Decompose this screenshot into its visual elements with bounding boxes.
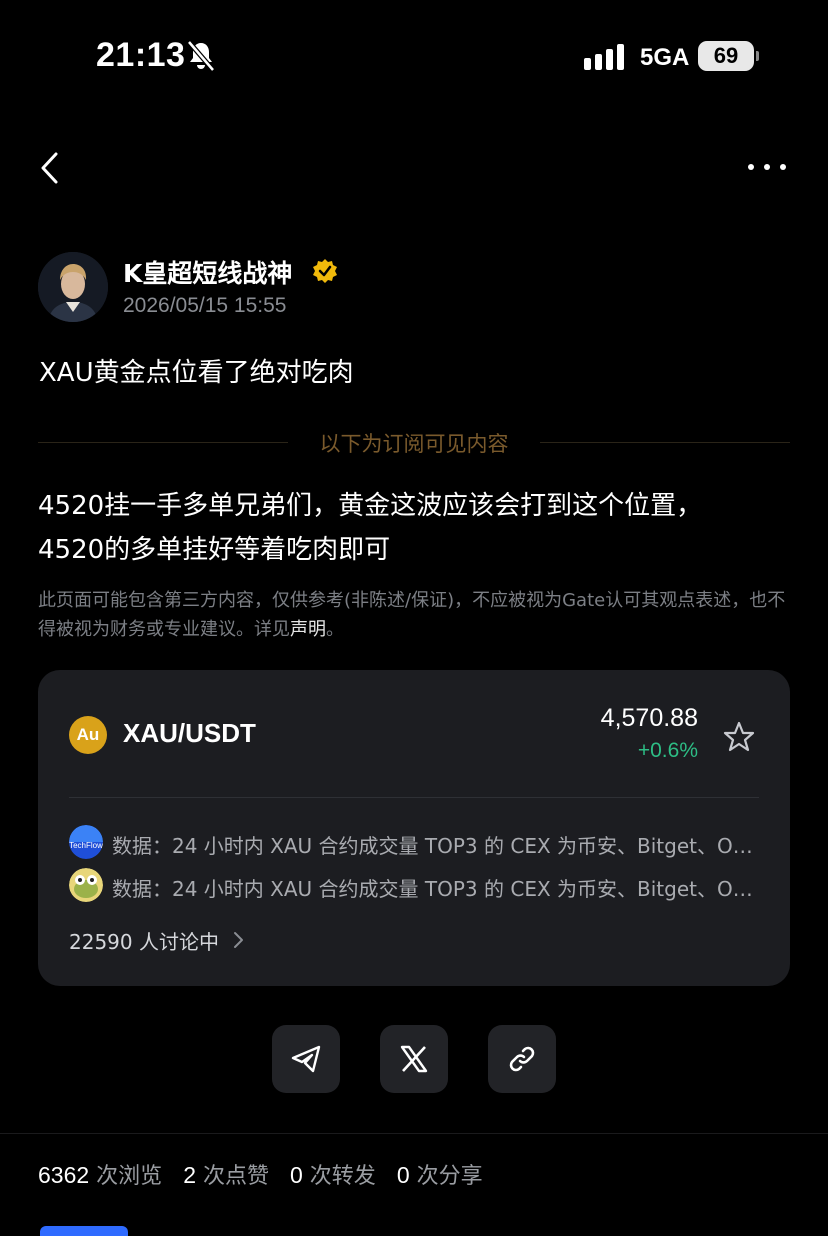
favorite-star-icon[interactable]	[722, 720, 756, 754]
divider-line-left	[38, 442, 288, 443]
pair-change: +0.6%	[637, 739, 698, 762]
bottom-tab-indicator	[40, 1226, 128, 1236]
views-count: 6362	[38, 1162, 90, 1188]
battery-icon: 69	[698, 41, 760, 71]
reposts-label: 次转发	[309, 1164, 376, 1189]
discussion-count[interactable]: 22590 人讨论中	[69, 926, 219, 955]
shares-label: 次分享	[416, 1164, 483, 1189]
post-timestamp: 2026/05/15 15:55	[123, 294, 287, 317]
post-content-line: 4520挂一手多单兄弟们，黄金这波应该会打到这个位置，	[38, 491, 703, 521]
likes-count: 2	[183, 1162, 196, 1188]
author-avatar[interactable]	[38, 252, 108, 322]
signal-strength-icon	[584, 44, 624, 70]
news-item[interactable]: 数据：24 小时内 XAU 合约成交量 TOP3 的 CEX 为币安、Bitge…	[112, 830, 757, 859]
share-x-button[interactable]	[380, 1025, 448, 1093]
chevron-right-icon[interactable]	[232, 930, 244, 950]
disclaimer: 此页面可能包含第三方内容，仅供参考(非陈述/保证)，不应被视为Gate认可其观点…	[38, 586, 798, 644]
stats-divider	[0, 1133, 828, 1134]
copy-link-button[interactable]	[488, 1025, 556, 1093]
author-name[interactable]: K皇超短线战神	[123, 254, 292, 290]
disclaimer-link[interactable]: 声明	[290, 619, 326, 640]
post-stats: 6362 次浏览 2 次点赞 0 次转发 0 次分享	[38, 1158, 483, 1190]
pair-price: 4,570.88	[600, 704, 698, 732]
techflow-logo-text: TechFlow	[69, 841, 103, 850]
trading-pair[interactable]: XAU/USDT	[123, 718, 256, 749]
link-icon	[509, 1046, 535, 1072]
disclaimer-text: 此页面可能包含第三方内容，仅供参考(非陈述/保证)，不应被视为Gate认可其观点…	[38, 590, 786, 640]
verified-badge-icon	[313, 259, 337, 283]
x-icon	[400, 1045, 428, 1073]
share-telegram-button[interactable]	[272, 1025, 340, 1093]
card-divider	[69, 797, 759, 798]
mute-bell-icon	[187, 40, 215, 72]
back-arrow-icon[interactable]	[38, 150, 62, 186]
network-type: 5GA	[640, 44, 690, 71]
avatar-portrait-icon	[38, 252, 108, 322]
disclaimer-end: 。	[326, 619, 344, 640]
likes-label: 次点赞	[202, 1164, 269, 1189]
more-options-icon[interactable]	[746, 158, 788, 176]
battery-level: 69	[698, 41, 754, 71]
techflow-logo-icon: TechFlow	[69, 825, 103, 859]
post-content: 4520挂一手多单兄弟们，黄金这波应该会打到这个位置， 4520的多单挂好等着吃…	[38, 484, 798, 572]
shares-count: 0	[396, 1162, 410, 1188]
subscription-divider-label: 以下为订阅可见内容	[319, 432, 509, 456]
views-label: 次浏览	[96, 1164, 163, 1189]
post-title: XAU黄金点位看了绝对吃肉	[39, 358, 354, 388]
telegram-icon	[291, 1045, 321, 1073]
status-time: 21:13	[96, 36, 186, 74]
divider-line-right	[540, 442, 790, 443]
news-item[interactable]: 数据：24 小时内 XAU 合约成交量 TOP3 的 CEX 为币安、Bitge…	[112, 873, 757, 902]
frog-avatar-icon	[69, 868, 103, 902]
reposts-count: 0	[290, 1162, 303, 1188]
post-content-line: 4520的多单挂好等着吃肉即可	[38, 535, 391, 565]
gold-coin-icon: Au	[69, 716, 107, 754]
